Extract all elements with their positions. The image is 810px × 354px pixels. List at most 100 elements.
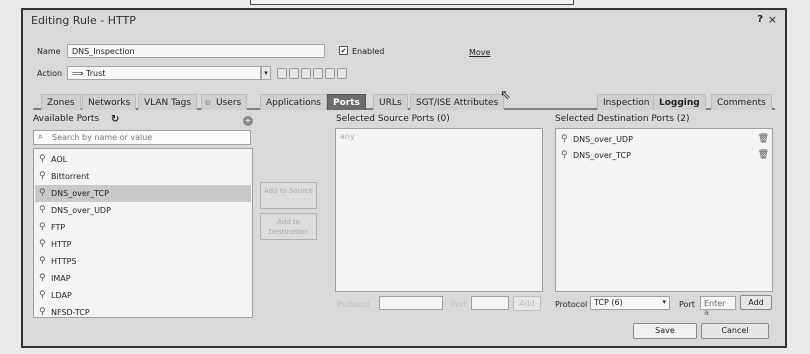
port-name: IMAP bbox=[51, 274, 71, 283]
enabled-label: Enabled bbox=[352, 47, 385, 56]
search-icon: ⌕ bbox=[38, 132, 44, 142]
trash-icon[interactable]: 🗑 bbox=[758, 132, 769, 147]
save-button[interactable]: Save bbox=[633, 323, 697, 339]
list-item[interactable]: ⚲ NFSD-TCP bbox=[35, 304, 251, 318]
port-name: DNS_over_UDP bbox=[573, 135, 633, 144]
add-port-icon[interactable]: + bbox=[243, 116, 253, 126]
alert-icon[interactable] bbox=[337, 68, 347, 79]
action-select[interactable]: ⟹ Trust bbox=[67, 66, 261, 80]
destination-port-label: Port bbox=[679, 300, 695, 309]
logging-icon[interactable] bbox=[313, 68, 323, 79]
destination-add-button[interactable]: Add bbox=[740, 295, 772, 310]
selected-source-ports-title: Selected Source Ports (0) bbox=[336, 114, 450, 124]
source-any-placeholder: any bbox=[340, 132, 355, 141]
tab-vlan-tags[interactable]: VLAN Tags bbox=[138, 94, 198, 110]
list-item[interactable]: ⚲ HTTP bbox=[35, 236, 251, 253]
dialog-title: Editing Rule - HTTP bbox=[31, 14, 136, 27]
port-object-icon: ⚲ bbox=[39, 256, 46, 266]
port-name: NFSD-TCP bbox=[51, 308, 90, 317]
port-object-icon: ⚲ bbox=[39, 273, 46, 283]
source-add-button[interactable]: Add bbox=[513, 296, 541, 311]
users-icon: ⊙ bbox=[205, 99, 211, 107]
port-name: LDAP bbox=[51, 291, 72, 300]
tab-networks[interactable]: Networks bbox=[82, 94, 137, 110]
search-placeholder: Search by name or value bbox=[52, 133, 153, 142]
available-ports-list: ⚲ AOL ⚲ Bittorrent ⚲ DNS_over_TCP ⚲ DNS_over… bbox=[33, 148, 253, 318]
port-object-icon: ⚲ bbox=[39, 239, 46, 249]
port-name: Bittorrent bbox=[51, 172, 90, 181]
variable-set-icon[interactable] bbox=[289, 68, 299, 79]
tab-ports[interactable]: Ports bbox=[327, 94, 366, 110]
port-name: DNS_over_UDP bbox=[51, 206, 111, 215]
list-item[interactable]: ⚲ Bittorrent bbox=[35, 168, 251, 185]
port-name: AOL bbox=[51, 155, 68, 164]
available-ports-title: Available Ports bbox=[33, 114, 100, 124]
action-label: Action bbox=[37, 69, 63, 78]
selected-source-ports-list[interactable]: any bbox=[335, 128, 543, 292]
mouse-cursor-icon: ⇖ bbox=[500, 88, 511, 103]
list-item[interactable]: ⚲ IMAP bbox=[35, 270, 251, 287]
tab-applications[interactable]: Applications bbox=[260, 94, 327, 110]
port-name: DNS_over_TCP bbox=[51, 189, 109, 198]
list-item[interactable]: ⚲ DNS_over_TCP 🗑 bbox=[557, 148, 773, 163]
source-port-input[interactable] bbox=[471, 296, 509, 310]
tab-inspection[interactable]: Inspection bbox=[597, 94, 656, 110]
port-name: FTP bbox=[51, 223, 66, 232]
enabled-checkbox[interactable]: ✔ bbox=[339, 46, 348, 55]
editing-rule-dialog: Editing Rule - HTTP ? × Name DNS_Inspect… bbox=[21, 8, 787, 348]
tab-users-label: Users bbox=[216, 98, 242, 108]
selected-destination-ports-title: Selected Destination Ports (2) bbox=[555, 114, 690, 124]
tab-comments[interactable]: Comments bbox=[711, 94, 772, 110]
name-label: Name bbox=[37, 47, 61, 56]
move-link[interactable]: Move bbox=[469, 48, 490, 57]
tab-sgt-ise-attributes[interactable]: SGT/ISE Attributes bbox=[410, 94, 505, 110]
list-item[interactable]: ⚲ LDAP bbox=[35, 287, 251, 304]
port-object-icon: ⚲ bbox=[561, 150, 568, 160]
destination-protocol-label: Protocol bbox=[555, 300, 588, 309]
source-protocol-label: Protocol bbox=[337, 300, 370, 309]
tab-zones[interactable]: Zones bbox=[41, 94, 81, 110]
comment-icon[interactable] bbox=[325, 68, 335, 79]
intrusion-policy-icon[interactable] bbox=[277, 68, 287, 79]
port-object-icon: ⚲ bbox=[39, 171, 46, 181]
cancel-button[interactable]: Cancel bbox=[701, 323, 769, 339]
port-object-icon: ⚲ bbox=[39, 205, 46, 215]
file-policy-icon[interactable] bbox=[301, 68, 311, 79]
port-object-icon: ⚲ bbox=[39, 154, 46, 164]
source-port-label: Port bbox=[451, 300, 467, 309]
port-object-icon: ⚲ bbox=[39, 188, 46, 198]
port-object-icon: ⚲ bbox=[39, 222, 46, 232]
help-icon[interactable]: ? bbox=[757, 14, 763, 25]
destination-protocol-select[interactable]: TCP (6) ▾ bbox=[590, 296, 670, 310]
list-item[interactable]: ⚲ FTP bbox=[35, 219, 251, 236]
protocol-value: TCP (6) bbox=[594, 298, 623, 307]
port-name: DNS_over_TCP bbox=[573, 151, 631, 160]
list-item[interactable]: ⚲ HTTPS bbox=[35, 253, 251, 270]
port-name: HTTPS bbox=[51, 257, 77, 266]
tab-users[interactable]: ⊙ Users bbox=[201, 94, 248, 110]
source-protocol-select[interactable] bbox=[379, 296, 443, 310]
background-window-edge bbox=[250, 0, 574, 5]
rule-tabs: Zones Networks VLAN Tags ⊙ Users Applicat… bbox=[33, 92, 775, 110]
port-object-icon: ⚲ bbox=[39, 307, 46, 317]
tab-logging[interactable]: Logging bbox=[653, 94, 706, 110]
chevron-down-icon[interactable]: ▾ bbox=[261, 66, 271, 80]
dialog-titlebar: Editing Rule - HTTP ? × bbox=[23, 10, 785, 32]
list-item[interactable]: ⚲ AOL bbox=[35, 151, 251, 168]
list-item[interactable]: ⚲ DNS_over_UDP 🗑 bbox=[557, 132, 773, 147]
destination-port-input[interactable]: Enter a bbox=[700, 296, 736, 317]
add-to-destination-button[interactable]: Add to Destination bbox=[260, 213, 317, 240]
search-input[interactable]: ⌕ Search by name or value bbox=[33, 130, 251, 145]
chevron-down-icon: ▾ bbox=[662, 298, 666, 306]
port-name: HTTP bbox=[51, 240, 72, 249]
name-input[interactable]: DNS_Inspection bbox=[67, 44, 325, 58]
trash-icon[interactable]: 🗑 bbox=[758, 148, 769, 163]
add-to-source-button[interactable]: Add to Source bbox=[260, 182, 317, 209]
list-item[interactable]: ⚲ DNS_over_TCP bbox=[35, 185, 251, 202]
port-object-icon: ⚲ bbox=[39, 290, 46, 300]
list-item[interactable]: ⚲ DNS_over_UDP bbox=[35, 202, 251, 219]
port-object-icon: ⚲ bbox=[561, 134, 568, 144]
close-icon[interactable]: × bbox=[768, 13, 777, 26]
tab-urls[interactable]: URLs bbox=[373, 94, 408, 110]
refresh-icon[interactable]: ↻ bbox=[111, 114, 119, 125]
